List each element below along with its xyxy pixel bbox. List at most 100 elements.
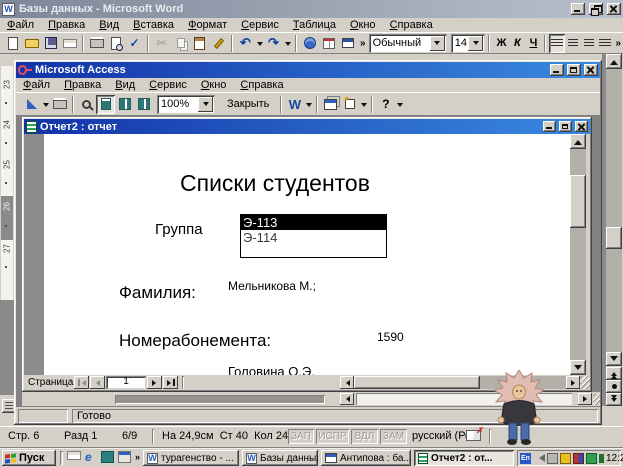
align-left-button[interactable] bbox=[549, 34, 565, 53]
tray-icon[interactable] bbox=[599, 454, 604, 463]
resize-grip[interactable] bbox=[580, 376, 590, 389]
insert-table-icon[interactable] bbox=[338, 34, 357, 53]
scroll-thumb[interactable] bbox=[570, 175, 586, 228]
underline-button[interactable]: Ч bbox=[525, 34, 541, 53]
last-page-icon[interactable] bbox=[163, 376, 178, 389]
word-menu-insert[interactable]: Вставка bbox=[126, 18, 181, 32]
report-minimize-button[interactable] bbox=[543, 121, 556, 132]
tray-icon[interactable] bbox=[586, 453, 597, 464]
hyperlink-icon[interactable] bbox=[300, 34, 319, 53]
font-size-combo[interactable]: 14 bbox=[451, 34, 486, 53]
access-menu-edit[interactable]: Правка bbox=[57, 78, 108, 92]
word-minimize-button[interactable] bbox=[571, 3, 585, 15]
quicklaunch-channels-icon[interactable] bbox=[118, 451, 131, 463]
design-view-icon[interactable] bbox=[22, 95, 41, 114]
print-preview-icon[interactable] bbox=[106, 34, 125, 53]
access-menu-view[interactable]: Вид bbox=[108, 78, 142, 92]
browse-object-icon[interactable] bbox=[606, 380, 622, 393]
start-button[interactable]: Пуск bbox=[2, 450, 56, 466]
hscroll-left-icon[interactable] bbox=[340, 393, 354, 405]
hscroll-thumb[interactable] bbox=[354, 376, 480, 389]
zoom-combo[interactable]: 100% bbox=[157, 95, 215, 114]
align-right-button[interactable] bbox=[581, 34, 597, 53]
taskbar-item-turagenstvo[interactable]: турагенство - ... bbox=[143, 450, 239, 466]
new-document-icon[interactable] bbox=[3, 34, 22, 53]
align-center-button[interactable] bbox=[565, 34, 581, 53]
new-object-dropdown-icon[interactable] bbox=[359, 95, 368, 114]
format-more-button[interactable]: » bbox=[613, 38, 623, 49]
word-menu-edit[interactable]: Правка bbox=[41, 18, 92, 32]
scroll-up-icon[interactable] bbox=[606, 54, 622, 69]
officelinks-word-icon[interactable]: W bbox=[285, 95, 304, 114]
access-maximize-button[interactable] bbox=[567, 64, 581, 76]
close-preview-button[interactable]: Закрыть bbox=[219, 95, 277, 114]
quicklaunch-mail-icon[interactable] bbox=[67, 451, 81, 460]
volume-icon[interactable] bbox=[535, 454, 545, 462]
scroll-track[interactable] bbox=[606, 69, 622, 352]
word-restore-button[interactable] bbox=[589, 3, 603, 15]
scroll-up-icon[interactable] bbox=[570, 134, 586, 149]
scroll-thumb[interactable] bbox=[606, 227, 622, 249]
word-menu-window[interactable]: Окно bbox=[343, 18, 383, 32]
first-page-icon[interactable] bbox=[74, 376, 89, 389]
hscroll-left-icon[interactable] bbox=[340, 376, 354, 389]
tray-icon[interactable] bbox=[560, 453, 571, 464]
report-close-button[interactable] bbox=[575, 121, 588, 132]
page-number-field[interactable]: 1 bbox=[106, 376, 146, 389]
hscroll-right-icon[interactable] bbox=[578, 393, 592, 405]
word-menu-tools[interactable]: Сервис bbox=[234, 18, 286, 32]
help-dropdown-icon[interactable] bbox=[395, 95, 404, 114]
chevron-down-icon[interactable] bbox=[198, 97, 213, 112]
access-menu-file[interactable]: Файл bbox=[16, 78, 57, 92]
redo-dropdown-icon[interactable] bbox=[283, 34, 292, 53]
undo-dropdown-icon[interactable] bbox=[255, 34, 264, 53]
word-close-button[interactable] bbox=[607, 3, 621, 15]
office-assistant-character[interactable] bbox=[494, 370, 544, 446]
save-icon[interactable] bbox=[41, 34, 60, 53]
group-listbox[interactable]: Э-113 Э-114 bbox=[240, 214, 387, 258]
redo-icon[interactable] bbox=[264, 34, 283, 53]
word-menu-view[interactable]: Вид bbox=[92, 18, 126, 32]
quicklaunch-desktop-icon[interactable] bbox=[101, 451, 114, 463]
quicklaunch-more-button[interactable]: » bbox=[135, 452, 140, 462]
chevron-down-icon[interactable] bbox=[468, 36, 483, 51]
paste-icon[interactable] bbox=[190, 34, 209, 53]
access-close-button[interactable] bbox=[584, 64, 598, 76]
chevron-down-icon[interactable] bbox=[430, 36, 445, 51]
tray-clock[interactable]: 12:20 bbox=[606, 453, 623, 464]
next-page-icon[interactable] bbox=[147, 376, 162, 389]
multiple-pages-icon[interactable] bbox=[134, 95, 153, 114]
help-icon[interactable]: ? bbox=[376, 95, 395, 114]
quicklaunch-ie-icon[interactable]: e bbox=[85, 450, 92, 464]
previous-page-icon[interactable] bbox=[606, 367, 622, 380]
group-option[interactable]: Э-114 bbox=[241, 230, 386, 245]
report-maximize-button[interactable] bbox=[559, 121, 572, 132]
word-menu-file[interactable]: Файл bbox=[0, 18, 41, 32]
tray-icon[interactable] bbox=[573, 453, 584, 464]
two-pages-icon[interactable] bbox=[115, 95, 134, 114]
officelinks-dropdown-icon[interactable] bbox=[304, 95, 313, 114]
copy-icon[interactable] bbox=[171, 34, 190, 53]
print-icon[interactable] bbox=[50, 95, 69, 114]
italic-button[interactable]: К bbox=[509, 34, 525, 53]
view-dropdown-icon[interactable] bbox=[41, 95, 50, 114]
print-icon[interactable] bbox=[87, 34, 106, 53]
previous-page-icon[interactable] bbox=[90, 376, 105, 389]
next-page-icon[interactable] bbox=[606, 393, 622, 406]
taskbar-item-antipova[interactable]: Антипова : ба... bbox=[321, 450, 411, 466]
new-object-icon[interactable] bbox=[340, 95, 359, 114]
access-menu-help[interactable]: Справка bbox=[233, 78, 290, 92]
taskbar-item-bazy-dannyh[interactable]: Базы данных -... bbox=[242, 450, 318, 466]
undo-icon[interactable] bbox=[236, 34, 255, 53]
one-page-icon[interactable] bbox=[96, 95, 115, 114]
open-icon[interactable] bbox=[22, 34, 41, 53]
hscroll-right-icon[interactable] bbox=[566, 376, 580, 389]
style-combo[interactable]: Обычный bbox=[369, 34, 447, 53]
mail-icon[interactable] bbox=[60, 34, 79, 53]
cut-icon[interactable] bbox=[152, 34, 171, 53]
format-painter-icon[interactable] bbox=[209, 34, 228, 53]
access-minimize-button[interactable] bbox=[550, 64, 564, 76]
scroll-down-icon[interactable] bbox=[606, 352, 622, 366]
bold-button[interactable]: Ж bbox=[493, 34, 509, 53]
taskbar-item-otchet2-active[interactable]: Отчет2 : от... bbox=[414, 450, 514, 466]
